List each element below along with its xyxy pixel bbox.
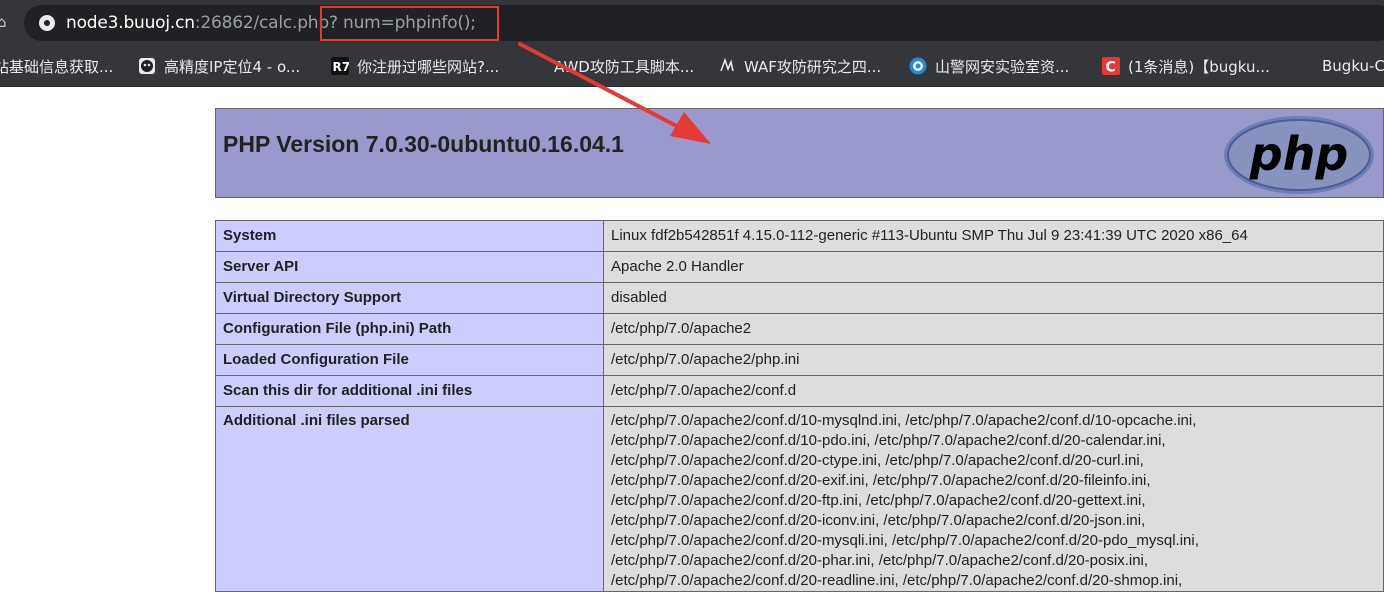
bookmark-item[interactable]: Bugku-C	[1296, 46, 1384, 86]
bookmark-label: 站基础信息获取...	[0, 57, 114, 76]
url-host: node3.buuoj.cn	[66, 13, 195, 33]
bookmark-label: (1条消息)【bugku...	[1128, 57, 1270, 76]
page-icon	[528, 57, 546, 75]
table-row: System Linux fdf2b542851f 4.15.0-112-gen…	[215, 220, 1384, 252]
row-value: /etc/php/7.0/apache2	[603, 313, 1384, 345]
csdn-icon: C	[1102, 57, 1120, 75]
ini-file-line: /etc/php/7.0/apache2/conf.d/10-mysqlnd.i…	[611, 412, 1197, 429]
bookmark-item[interactable]: AWD攻防工具脚本...	[528, 46, 694, 86]
ini-file-line: /etc/php/7.0/apache2/conf.d/20-ctype.ini…	[611, 452, 1144, 469]
ini-file-line: /etc/php/7.0/apache2/conf.d/20-phar.ini,…	[611, 552, 1149, 569]
phpinfo-header: PHP Version 7.0.30-0ubuntu0.16.04.1 php	[215, 108, 1384, 198]
table-row: Server API Apache 2.0 Handler	[215, 251, 1384, 283]
scribble-icon	[720, 57, 734, 72]
globe-icon	[909, 57, 927, 75]
table-row: Additional .ini files parsed /etc/php/7.…	[215, 406, 1384, 592]
ini-file-line: /etc/php/7.0/apache2/conf.d/20-ftp.ini, …	[611, 492, 1146, 509]
bookmark-item[interactable]: R7 你注册过哪些网站?...	[331, 46, 499, 86]
row-key: Server API	[215, 251, 604, 283]
row-value: Apache 2.0 Handler	[603, 251, 1384, 283]
php-logo[interactable]: php	[1223, 115, 1375, 195]
r7-icon: R7	[331, 57, 349, 75]
bookmark-label: 山警网安实验室资...	[935, 57, 1070, 76]
bookmark-label: AWD攻防工具脚本...	[554, 57, 695, 76]
bookmark-item[interactable]: WAF攻防研究之四...	[718, 46, 881, 86]
bookmark-label: 你注册过哪些网站?...	[357, 57, 500, 76]
bookmark-item[interactable]: C (1条消息)【bugku...	[1102, 46, 1270, 86]
row-value: /etc/php/7.0/apache2/conf.d	[603, 375, 1384, 407]
row-key: Scan this dir for additional .ini files	[215, 375, 604, 407]
row-key: Loaded Configuration File	[215, 344, 604, 376]
row-value: disabled	[603, 282, 1384, 314]
row-key: Additional .ini files parsed	[215, 406, 604, 592]
bookmark-label: WAF攻防研究之四...	[744, 57, 882, 76]
table-row: Scan this dir for additional .ini files …	[215, 375, 1384, 407]
svg-text:R7: R7	[333, 60, 350, 74]
svg-text:C: C	[1106, 60, 1116, 76]
table-row: Configuration File (php.ini) Path /etc/p…	[215, 313, 1384, 345]
bookmark-item[interactable]: 山警网安实验室资...	[909, 46, 1069, 86]
table-row: Loaded Configuration File /etc/php/7.0/a…	[215, 344, 1384, 376]
address-bar: ⌂ node3.buuoj.cn:26862/calc.php? num=php…	[0, 0, 1384, 46]
bookmark-item[interactable]: 高精度IP定位4 - o...	[138, 46, 300, 86]
url-path: :26862/calc.php	[194, 13, 329, 33]
ini-file-line: /etc/php/7.0/apache2/conf.d/20-readline.…	[611, 572, 1183, 589]
ini-file-line: /etc/php/7.0/apache2/conf.d/20-mysqli.in…	[611, 532, 1199, 549]
php-logo-text: php	[1249, 127, 1349, 181]
query-highlight-box	[320, 6, 499, 41]
row-value: Linux fdf2b542851f 4.15.0-112-generic #1…	[603, 220, 1384, 252]
bookmark-item[interactable]: 站基础信息获取...	[0, 46, 113, 86]
site-info-icon[interactable]	[38, 14, 56, 32]
ini-file-line: /etc/php/7.0/apache2/conf.d/10-pdo.ini, …	[611, 432, 1166, 449]
page-icon	[1296, 57, 1314, 75]
bookmark-label: Bugku-C	[1322, 57, 1384, 75]
row-key: System	[215, 220, 604, 252]
bookmark-label: 高精度IP定位4 - o...	[164, 57, 301, 76]
home-icon[interactable]: ⌂	[0, 13, 11, 31]
row-key: Configuration File (php.ini) Path	[215, 313, 604, 345]
mask-icon	[139, 58, 155, 74]
row-value: /etc/php/7.0/apache2/conf.d/10-mysqlnd.i…	[603, 406, 1384, 592]
row-value: /etc/php/7.0/apache2/php.ini	[603, 344, 1384, 376]
table-row: Virtual Directory Support disabled	[215, 282, 1384, 314]
phpinfo-table: System Linux fdf2b542851f 4.15.0-112-gen…	[215, 220, 1384, 592]
php-version-title: PHP Version 7.0.30-0ubuntu0.16.04.1	[223, 131, 624, 157]
row-key: Virtual Directory Support	[215, 282, 604, 314]
ini-file-line: /etc/php/7.0/apache2/conf.d/20-exif.ini,…	[611, 472, 1151, 489]
bookmarks-bar: 站基础信息获取... 高精度IP定位4 - o... R7 你注册过哪些网站?.…	[0, 46, 1384, 87]
ini-file-line: /etc/php/7.0/apache2/conf.d/20-iconv.ini…	[611, 512, 1146, 529]
